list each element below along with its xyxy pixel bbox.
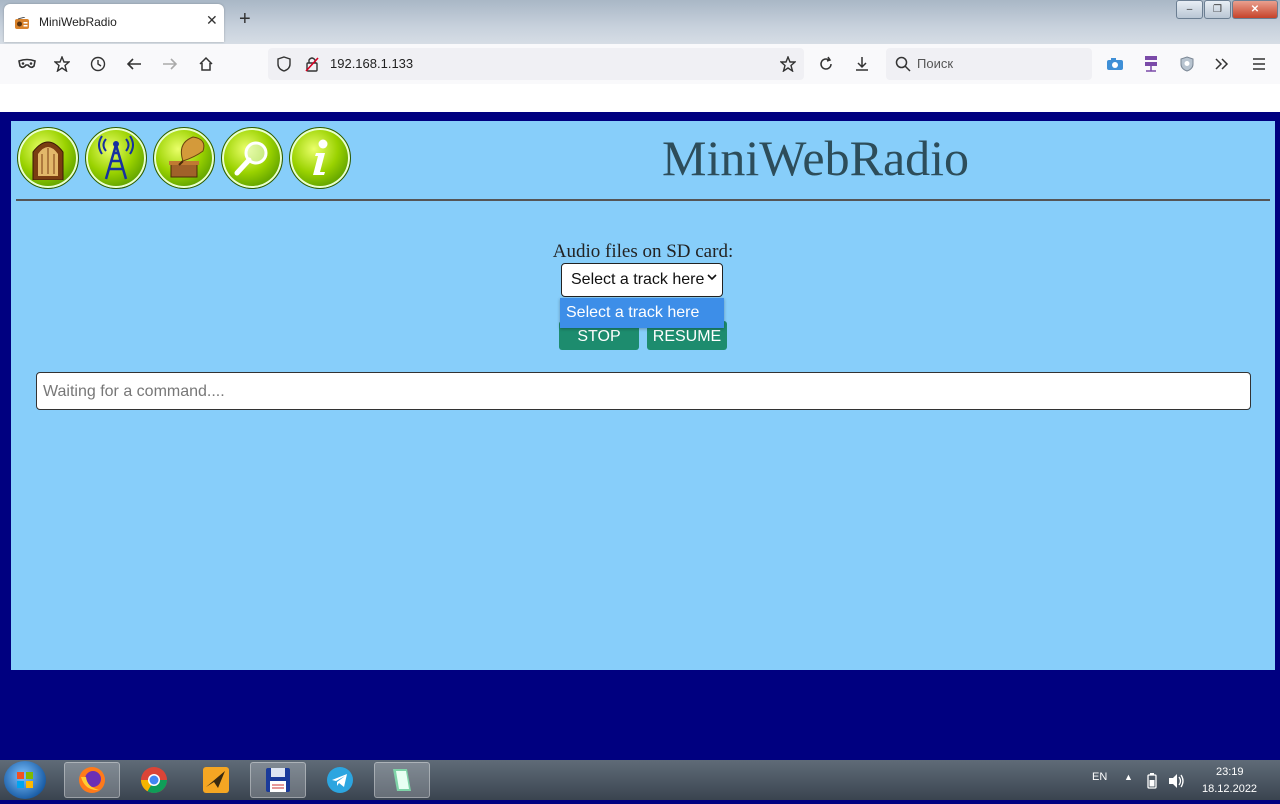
taskbar-app-bird[interactable]	[188, 762, 244, 798]
server-extension-icon[interactable]	[1141, 54, 1161, 74]
browser-tab-bar: MiniWebRadio ✕ + – ❐ ✕	[0, 0, 1280, 44]
nav-stations-button[interactable]	[85, 127, 147, 189]
track-select[interactable]: Select a track here	[561, 263, 723, 297]
forward-arrow-icon[interactable]	[160, 54, 180, 74]
track-dropdown: Select a track here	[560, 298, 724, 328]
clock-time[interactable]: 23:19	[1216, 766, 1244, 778]
new-tab-button[interactable]: +	[239, 8, 251, 31]
window-controls: – ❐ ✕	[1176, 0, 1278, 19]
private-mask-icon[interactable]	[17, 54, 37, 74]
bird-app-icon	[203, 767, 229, 793]
volume-icon[interactable]	[1168, 773, 1186, 789]
tab-title: MiniWebRadio	[39, 15, 117, 29]
chrome-icon	[141, 767, 167, 793]
telegram-icon	[327, 767, 353, 793]
minimize-button[interactable]: –	[1176, 0, 1203, 19]
address-bar[interactable]: 192.168.1.133	[268, 48, 804, 80]
dropdown-option[interactable]: Select a track here	[560, 298, 724, 328]
history-clock-icon[interactable]	[88, 54, 108, 74]
site-title: MiniWebRadio	[662, 130, 970, 186]
tray-expand-icon[interactable]: ▲	[1124, 772, 1133, 782]
radio-icon	[32, 141, 64, 180]
nav-player-button[interactable]	[153, 127, 215, 189]
nav-search-button[interactable]	[221, 127, 283, 189]
overflow-chevron-icon[interactable]	[1212, 54, 1232, 74]
close-window-button[interactable]: ✕	[1232, 0, 1278, 19]
windows-logo-icon	[17, 772, 33, 788]
shield-extension-icon[interactable]	[1177, 54, 1197, 74]
bookmarks-strip	[0, 84, 1280, 112]
download-icon[interactable]	[852, 54, 872, 74]
gramophone-icon	[169, 136, 205, 178]
taskbar-telegram[interactable]	[312, 762, 368, 798]
url-text[interactable]: 192.168.1.133	[330, 56, 413, 71]
antenna-icon	[98, 135, 134, 180]
home-icon[interactable]	[196, 54, 216, 74]
bookmark-star-icon[interactable]	[778, 54, 798, 74]
taskbar-notes-app[interactable]	[374, 762, 430, 798]
reload-icon[interactable]	[816, 54, 836, 74]
screenshot-extension-icon[interactable]	[1105, 54, 1125, 74]
battery-icon[interactable]	[1147, 773, 1157, 789]
header-divider	[16, 199, 1270, 201]
maximize-button[interactable]: ❐	[1204, 0, 1231, 19]
command-input[interactable]: Waiting for a command....	[36, 372, 1251, 410]
shield-icon[interactable]	[274, 54, 294, 74]
clock-date[interactable]: 18.12.2022	[1202, 783, 1257, 795]
info-icon	[313, 139, 328, 175]
taskbar-save-app[interactable]	[250, 762, 306, 798]
search-bar[interactable]: Поиск	[886, 48, 1092, 80]
language-indicator[interactable]: EN	[1092, 771, 1107, 783]
track-select-value: Select a track here	[571, 271, 705, 288]
search-icon	[234, 141, 268, 176]
nav-info-button[interactable]	[289, 127, 351, 189]
back-arrow-icon[interactable]	[124, 54, 144, 74]
firefox-icon	[79, 767, 105, 793]
floppy-disk-icon	[266, 768, 290, 792]
radio-page: MiniWebRadio Audio files on SD card: Sel…	[11, 121, 1275, 670]
notes-app-icon	[393, 769, 411, 791]
browser-tab[interactable]: MiniWebRadio ✕	[4, 4, 224, 42]
bookmarks-star-icon[interactable]	[52, 54, 72, 74]
radio-favicon-icon	[15, 17, 29, 29]
taskbar-firefox[interactable]	[64, 762, 120, 798]
windows-taskbar: EN ▲ 23:19 18.12.2022	[0, 760, 1280, 800]
browser-toolbar: 192.168.1.133 Поиск	[0, 44, 1280, 84]
tab-close-icon[interactable]: ✕	[206, 12, 218, 29]
sd-card-label: Audio files on SD card:	[552, 241, 734, 262]
hamburger-menu-icon[interactable]	[1249, 54, 1269, 74]
search-placeholder: Поиск	[917, 56, 954, 71]
insecure-lock-icon[interactable]	[302, 54, 322, 74]
nav-radio-button[interactable]	[17, 127, 79, 189]
chevron-down-icon	[707, 270, 717, 285]
search-icon	[893, 54, 913, 74]
start-button[interactable]	[4, 761, 46, 799]
taskbar-chrome[interactable]	[126, 762, 182, 798]
